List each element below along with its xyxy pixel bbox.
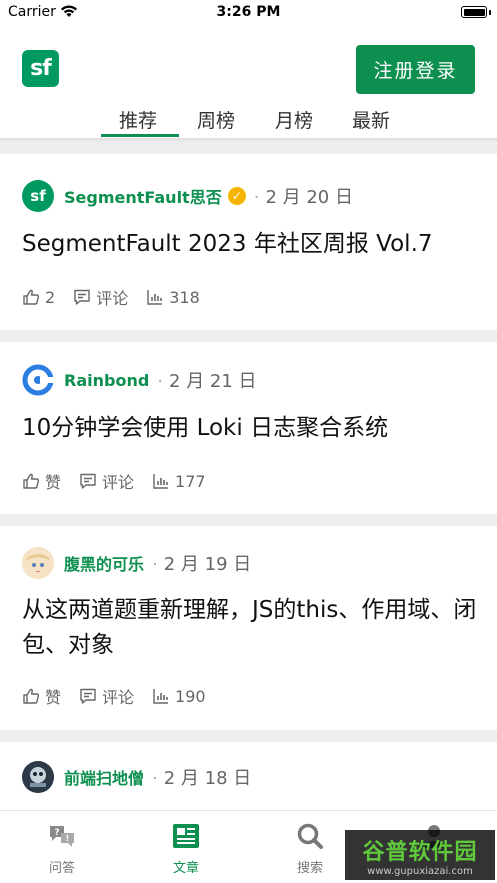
header-divider <box>0 138 497 154</box>
watermark-text: 谷普软件园 <box>362 839 478 865</box>
battery-icon <box>461 6 487 18</box>
feed-tabs: 推荐 周榜 月榜 最新 <box>0 100 497 138</box>
author-row[interactable]: 腹黑的可乐 · 2 月 19 日 <box>22 547 251 579</box>
like-label: 赞 <box>45 473 62 492</box>
view-count: 190 <box>175 686 206 706</box>
like-stat[interactable]: 赞 <box>22 684 61 708</box>
author-name[interactable]: SegmentFault思否 <box>64 184 222 208</box>
comment-stat[interactable]: 评论 <box>79 469 134 493</box>
tab-latest[interactable]: 最新 <box>352 106 390 133</box>
status-bar: Carrier 3:26 PM <box>0 0 497 28</box>
bar-chart-icon <box>147 290 163 305</box>
battery-tip <box>489 10 491 15</box>
author-row[interactable]: 前端扫地僧 · 2 月 18 日 <box>22 761 251 793</box>
bar-chart-icon <box>153 474 169 489</box>
tab-recommended[interactable]: 推荐 <box>119 106 157 133</box>
rainbond-logo-icon <box>22 364 54 396</box>
nav-search[interactable]: 搜索 <box>275 821 345 876</box>
author-name[interactable]: Rainbond <box>64 371 149 390</box>
author-avatar[interactable]: sf <box>22 180 54 212</box>
post-date: · 2 月 18 日 <box>152 768 252 789</box>
nav-label: 文章 <box>172 861 199 876</box>
thumbs-up-icon <box>23 473 40 489</box>
author-row[interactable]: sf SegmentFault思否 ✓ · 2 月 20 日 <box>22 180 353 212</box>
author-row[interactable]: Rainbond · 2 月 21 日 <box>22 364 257 396</box>
comment-icon <box>74 289 90 305</box>
register-login-button[interactable]: 注册登录 <box>356 45 475 94</box>
card-separator <box>0 514 497 526</box>
view-stat: 177 <box>152 472 206 491</box>
svg-text:?: ? <box>54 828 59 838</box>
thumbs-up-icon <box>23 289 40 305</box>
post-date: · 2 月 19 日 <box>152 554 252 575</box>
article-title[interactable]: 10分钟学会使用 Loki 日志聚合系统 <box>22 411 477 446</box>
author-name[interactable]: 腹黑的可乐 <box>64 551 144 575</box>
article-icon <box>173 824 199 848</box>
bar-chart-icon <box>153 689 169 704</box>
comment-icon <box>80 473 96 489</box>
nav-label: 问答 <box>48 861 75 876</box>
search-icon <box>297 823 323 849</box>
comment-stat[interactable]: 评论 <box>79 684 134 708</box>
comment-label: 评论 <box>102 688 135 707</box>
author-avatar[interactable] <box>22 364 54 396</box>
comment-icon <box>80 688 96 704</box>
robot-avatar-icon <box>22 761 54 793</box>
author-name[interactable]: 前端扫地僧 <box>64 765 144 789</box>
anime-avatar-icon <box>22 547 54 579</box>
article-card[interactable]: 腹黑的可乐 · 2 月 19 日 从这两道题重新理解，JS的this、作用域、闭包… <box>0 526 497 730</box>
like-stat[interactable]: 赞 <box>22 469 61 493</box>
view-stat: 318 <box>146 288 200 307</box>
watermark: 谷普软件园 www.gupuxiazai.com <box>345 830 495 880</box>
like-label: 赞 <box>45 688 62 707</box>
verified-icon: ✓ <box>227 187 246 205</box>
view-count: 177 <box>175 471 206 491</box>
view-count: 318 <box>169 287 200 307</box>
sf-logo[interactable]: sf <box>22 50 59 87</box>
view-stat: 190 <box>152 687 206 706</box>
nav-label: 搜索 <box>296 861 323 876</box>
article-stats: 赞 评论 177 <box>22 470 224 492</box>
watermark-url: www.gupuxiazai.com <box>367 865 473 877</box>
author-avatar[interactable] <box>22 761 54 793</box>
article-stats: 2 评论 318 <box>22 286 218 308</box>
article-card[interactable]: Rainbond · 2 月 21 日 10分钟学会使用 Loki 日志聚合系统 … <box>0 342 497 514</box>
comment-stat[interactable]: 评论 <box>73 285 128 309</box>
thumbs-up-icon <box>23 688 40 704</box>
card-separator <box>0 330 497 342</box>
comment-label: 评论 <box>102 473 135 492</box>
article-card[interactable]: sf SegmentFault思否 ✓ · 2 月 20 日 SegmentFau… <box>0 154 497 330</box>
like-count: 2 <box>45 287 56 307</box>
article-card[interactable]: 前端扫地僧 · 2 月 18 日 <box>0 742 497 810</box>
tab-monthly[interactable]: 月榜 <box>275 106 313 133</box>
nav-articles[interactable]: 文章 <box>151 821 221 876</box>
author-avatar[interactable] <box>22 547 54 579</box>
like-stat[interactable]: 2 <box>22 288 55 307</box>
article-title[interactable]: SegmentFault 2023 年社区周报 Vol.7 <box>22 227 477 262</box>
clock: 3:26 PM <box>216 4 281 20</box>
tab-weekly[interactable]: 周榜 <box>197 106 235 133</box>
article-title[interactable]: 从这两道题重新理解，JS的this、作用域、闭包、对象 <box>22 593 477 663</box>
article-stats: 赞 评论 190 <box>22 685 224 707</box>
tab-active-indicator <box>101 134 179 137</box>
card-separator <box>0 730 497 742</box>
post-date: · 2 月 20 日 <box>253 187 353 208</box>
post-date: · 2 月 21 日 <box>157 371 257 392</box>
qa-icon: ?! <box>50 826 74 847</box>
svg-text:!: ! <box>66 834 70 843</box>
nav-qa[interactable]: ?! 问答 <box>27 821 97 876</box>
comment-label: 评论 <box>96 289 129 308</box>
